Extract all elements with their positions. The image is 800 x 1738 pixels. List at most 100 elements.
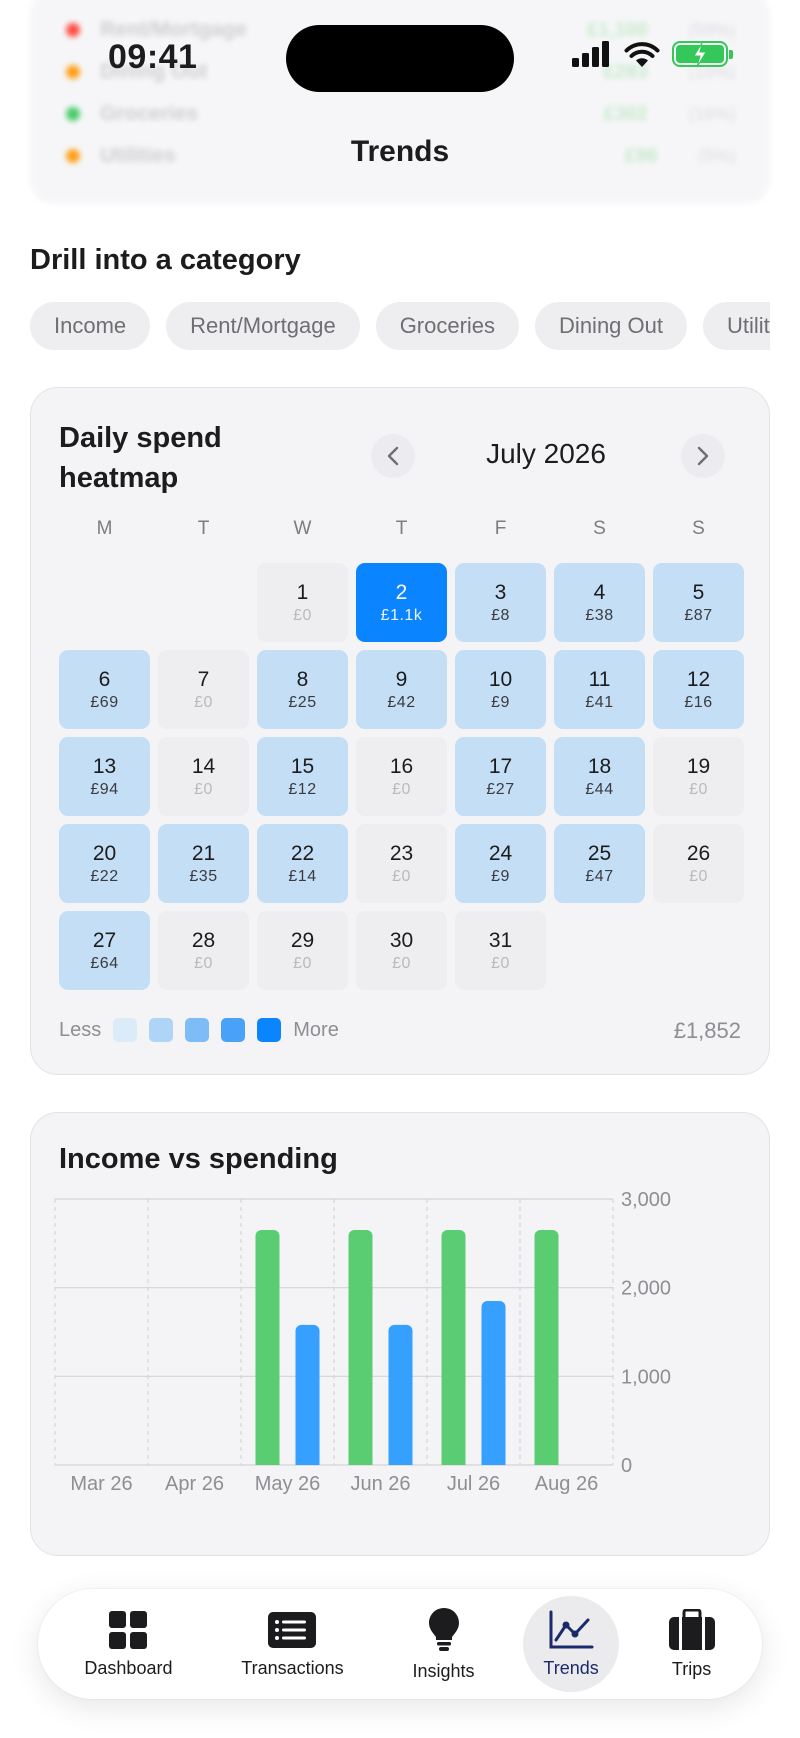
day-number: 4: [593, 580, 606, 604]
day-number: 5: [692, 580, 705, 604]
calendar-day-cell[interactable]: 24 £9: [455, 824, 546, 903]
ghost-row: Groceries £302 (16%): [66, 102, 736, 126]
x-tick-label: Aug 26: [535, 1473, 598, 1495]
ghost-row-pct: (16%): [687, 103, 736, 124]
chip-groceries[interactable]: Groceries: [375, 302, 520, 350]
weekday-label: M: [96, 518, 113, 539]
calendar-day-cell[interactable]: 3 £8: [455, 563, 546, 642]
prev-month-button[interactable]: [371, 434, 415, 478]
weekday-label: T: [197, 518, 210, 539]
calendar-day-cell[interactable]: 16 £0: [356, 737, 447, 816]
income-bar: [255, 1230, 280, 1465]
page-title: Trends: [350, 135, 450, 168]
tab-trips[interactable]: Trips: [648, 1596, 736, 1692]
day-number: 13: [92, 754, 117, 778]
cellular-signal-icon: [572, 41, 609, 67]
day-spend: £22: [90, 867, 119, 885]
calendar-day-cell[interactable]: 17 £27: [455, 737, 546, 816]
calendar-day-cell[interactable]: 31 £0: [455, 911, 546, 990]
spending-bar-base: [481, 1459, 506, 1465]
calendar-day-cell[interactable]: 13 £94: [59, 737, 150, 816]
day-number: 12: [686, 667, 711, 691]
calendar-day-cell[interactable]: 22 £14: [257, 824, 348, 903]
calendar-day-cell[interactable]: 12 £16: [653, 650, 744, 729]
day-spend: £9: [491, 867, 510, 885]
day-spend: £12: [288, 780, 317, 798]
ghost-row-amount: £302: [603, 102, 648, 125]
weekday-label: F: [494, 518, 507, 539]
x-tick-label: Jul 26: [447, 1473, 500, 1495]
x-tick-label: Mar 26: [70, 1473, 132, 1495]
day-spend: £0: [491, 954, 510, 972]
chip-dining-out[interactable]: Dining Out: [535, 302, 687, 350]
transactions-list-icon: [268, 1611, 317, 1648]
chevron-right-icon: [697, 446, 709, 466]
income-bar-base: [534, 1459, 559, 1465]
day-spend: £1.1k: [380, 606, 423, 624]
calendar-blank-cell: [158, 563, 249, 642]
calendar-day-cell[interactable]: 11 £41: [554, 650, 645, 729]
calendar-day-cell[interactable]: 23 £0: [356, 824, 447, 903]
chevron-left-icon: [387, 446, 399, 466]
day-number: 31: [488, 928, 513, 952]
calendar-day-cell[interactable]: 28 £0: [158, 911, 249, 990]
day-number: 3: [494, 580, 507, 604]
calendar-day-cell[interactable]: 25 £47: [554, 824, 645, 903]
tab-dashboard[interactable]: Dashboard: [64, 1596, 192, 1692]
weekday-label: S: [593, 518, 606, 539]
category-dot: [66, 23, 80, 37]
day-number: 19: [686, 754, 711, 778]
day-spend: £0: [194, 780, 213, 798]
calendar-day-cell[interactable]: 27 £64: [59, 911, 150, 990]
calendar-day-cell[interactable]: 26 £0: [653, 824, 744, 903]
wifi-icon: [624, 42, 660, 67]
day-number: 28: [191, 928, 216, 952]
calendar-day-cell[interactable]: 15 £12: [257, 737, 348, 816]
heatmap-grid: 1 £0 2 £1.1k 3 £8 4 £38 5 £87 6 £69 7 £0 8 £25 9 £42 10 £9 1…: [59, 563, 744, 990]
dashboard-grid-icon: [109, 1610, 148, 1649]
weekday-label: S: [692, 518, 705, 539]
spending-bar: [295, 1324, 320, 1465]
calendar-day-cell[interactable]: 8 £25: [257, 650, 348, 729]
income-bar-base: [255, 1459, 280, 1465]
tab-label: Transactions: [241, 1657, 344, 1678]
day-spend: £0: [194, 954, 213, 972]
spending-bar-base: [295, 1459, 320, 1465]
calendar-day-cell[interactable]: 7 £0: [158, 650, 249, 729]
chip-utilities[interactable]: Utilities: [703, 302, 770, 350]
tab-transactions[interactable]: Transactions: [221, 1596, 363, 1692]
spending-bar: [388, 1324, 413, 1465]
day-spend: £41: [585, 693, 614, 711]
chip-rent-mortgage[interactable]: Rent/Mortgage: [166, 302, 360, 350]
income-bar: [348, 1230, 373, 1465]
calendar-day-cell[interactable]: 18 £44: [554, 737, 645, 816]
day-spend: £0: [293, 606, 312, 624]
x-tick-label: Jun 26: [350, 1473, 410, 1495]
calendar-day-cell[interactable]: 5 £87: [653, 563, 744, 642]
day-number: 14: [191, 754, 216, 778]
calendar-day-cell[interactable]: 29 £0: [257, 911, 348, 990]
calendar-day-cell[interactable]: 4 £38: [554, 563, 645, 642]
legend-swatch: [257, 1018, 282, 1042]
heatmap-card: Daily spend heatmap July 2026 M T W T F …: [30, 387, 770, 1075]
calendar-day-cell[interactable]: 9 £42: [356, 650, 447, 729]
chip-income[interactable]: Income: [30, 302, 151, 350]
day-number: 10: [488, 667, 513, 691]
lightbulb-icon: [428, 1607, 459, 1651]
calendar-day-cell[interactable]: 14 £0: [158, 737, 249, 816]
calendar-day-cell[interactable]: 2 £1.1k: [356, 563, 447, 642]
tab-insights[interactable]: Insights: [393, 1596, 495, 1692]
next-month-button[interactable]: [681, 434, 725, 478]
calendar-day-cell[interactable]: 19 £0: [653, 737, 744, 816]
calendar-day-cell[interactable]: 1 £0: [257, 563, 348, 642]
calendar-day-cell[interactable]: 21 £35: [158, 824, 249, 903]
day-number: 6: [98, 667, 111, 691]
drill-section-title: Drill into a category: [30, 244, 301, 276]
tab-trends[interactable]: Trends: [523, 1596, 619, 1692]
calendar-day-cell[interactable]: 20 £22: [59, 824, 150, 903]
spending-bar: [481, 1300, 506, 1465]
calendar-day-cell[interactable]: 30 £0: [356, 911, 447, 990]
calendar-day-cell[interactable]: 10 £9: [455, 650, 546, 729]
calendar-day-cell[interactable]: 6 £69: [59, 650, 150, 729]
tab-label: Dashboard: [84, 1657, 173, 1678]
